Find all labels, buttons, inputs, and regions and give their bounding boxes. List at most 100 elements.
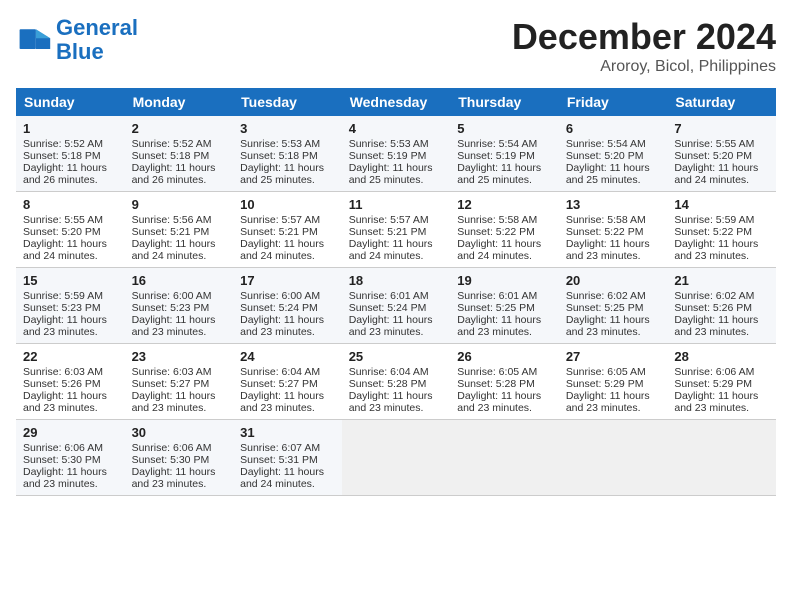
day-info: Daylight: 11 hours — [349, 390, 444, 402]
day-info: and 23 minutes. — [674, 250, 769, 262]
day-info: Sunset: 5:26 PM — [23, 378, 118, 390]
day-info: Sunset: 5:26 PM — [674, 302, 769, 314]
day-info: Sunset: 5:22 PM — [566, 226, 661, 238]
day-info: Daylight: 11 hours — [566, 162, 661, 174]
logo-text: General Blue — [56, 16, 138, 64]
day-info: Daylight: 11 hours — [566, 238, 661, 250]
page-header: General Blue December 2024 Aroroy, Bicol… — [16, 16, 776, 76]
day-info: and 24 minutes. — [349, 250, 444, 262]
calendar-cell: 18Sunrise: 6:01 AMSunset: 5:24 PMDayligh… — [342, 268, 451, 344]
day-info: Sunset: 5:28 PM — [457, 378, 552, 390]
day-info: and 25 minutes. — [566, 174, 661, 186]
day-number: 15 — [23, 273, 118, 288]
day-info: Daylight: 11 hours — [457, 238, 552, 250]
day-info: Sunset: 5:24 PM — [240, 302, 335, 314]
day-info: Sunset: 5:30 PM — [132, 454, 227, 466]
calendar-table: Sunday Monday Tuesday Wednesday Thursday… — [16, 88, 776, 496]
calendar-cell: 27Sunrise: 6:05 AMSunset: 5:29 PMDayligh… — [559, 344, 668, 420]
day-number: 29 — [23, 425, 118, 440]
day-info: Daylight: 11 hours — [23, 314, 118, 326]
day-number: 9 — [132, 197, 227, 212]
calendar-cell: 22Sunrise: 6:03 AMSunset: 5:26 PMDayligh… — [16, 344, 125, 420]
day-info: Sunset: 5:18 PM — [132, 150, 227, 162]
day-info: Sunset: 5:30 PM — [23, 454, 118, 466]
day-info: Sunset: 5:21 PM — [132, 226, 227, 238]
day-info: Daylight: 11 hours — [132, 314, 227, 326]
day-info: Sunrise: 6:03 AM — [23, 366, 118, 378]
day-number: 13 — [566, 197, 661, 212]
day-info: Sunrise: 6:07 AM — [240, 442, 335, 454]
day-number: 2 — [132, 121, 227, 136]
header-sunday: Sunday — [16, 88, 125, 116]
day-number: 25 — [349, 349, 444, 364]
day-info: Sunrise: 6:06 AM — [674, 366, 769, 378]
day-info: Sunset: 5:21 PM — [349, 226, 444, 238]
day-info: and 23 minutes. — [240, 402, 335, 414]
day-number: 18 — [349, 273, 444, 288]
day-info: and 23 minutes. — [23, 478, 118, 490]
logo: General Blue — [16, 16, 138, 64]
day-number: 17 — [240, 273, 335, 288]
day-info: Sunrise: 5:59 AM — [23, 290, 118, 302]
day-number: 27 — [566, 349, 661, 364]
day-info: Sunset: 5:22 PM — [457, 226, 552, 238]
day-number: 28 — [674, 349, 769, 364]
day-info: Daylight: 11 hours — [349, 314, 444, 326]
calendar-week-row: 1Sunrise: 5:52 AMSunset: 5:18 PMDaylight… — [16, 116, 776, 192]
day-info: and 23 minutes. — [674, 326, 769, 338]
calendar-cell: 2Sunrise: 5:52 AMSunset: 5:18 PMDaylight… — [125, 116, 234, 192]
day-info: and 24 minutes. — [132, 250, 227, 262]
calendar-cell: 3Sunrise: 5:53 AMSunset: 5:18 PMDaylight… — [233, 116, 342, 192]
header-saturday: Saturday — [667, 88, 776, 116]
day-info: Daylight: 11 hours — [349, 162, 444, 174]
day-info: Sunrise: 5:54 AM — [566, 138, 661, 150]
day-info: Sunrise: 5:54 AM — [457, 138, 552, 150]
day-info: Sunrise: 6:00 AM — [240, 290, 335, 302]
day-info: and 25 minutes. — [240, 174, 335, 186]
header-thursday: Thursday — [450, 88, 559, 116]
day-info: and 23 minutes. — [674, 402, 769, 414]
calendar-cell: 1Sunrise: 5:52 AMSunset: 5:18 PMDaylight… — [16, 116, 125, 192]
logo-line2: Blue — [56, 39, 104, 64]
day-info: Sunset: 5:19 PM — [349, 150, 444, 162]
day-number: 6 — [566, 121, 661, 136]
day-info: Daylight: 11 hours — [457, 162, 552, 174]
calendar-cell: 16Sunrise: 6:00 AMSunset: 5:23 PMDayligh… — [125, 268, 234, 344]
calendar-cell: 21Sunrise: 6:02 AMSunset: 5:26 PMDayligh… — [667, 268, 776, 344]
day-number: 19 — [457, 273, 552, 288]
day-info: Sunset: 5:20 PM — [674, 150, 769, 162]
day-info: and 23 minutes. — [566, 326, 661, 338]
day-info: Daylight: 11 hours — [566, 314, 661, 326]
calendar-cell: 17Sunrise: 6:00 AMSunset: 5:24 PMDayligh… — [233, 268, 342, 344]
calendar-cell: 12Sunrise: 5:58 AMSunset: 5:22 PMDayligh… — [450, 192, 559, 268]
day-info: and 25 minutes. — [457, 174, 552, 186]
calendar-cell: 11Sunrise: 5:57 AMSunset: 5:21 PMDayligh… — [342, 192, 451, 268]
calendar-week-row: 29Sunrise: 6:06 AMSunset: 5:30 PMDayligh… — [16, 420, 776, 496]
day-info: Sunrise: 6:02 AM — [674, 290, 769, 302]
day-info: Daylight: 11 hours — [23, 466, 118, 478]
day-info: Sunrise: 5:55 AM — [674, 138, 769, 150]
calendar-cell: 6Sunrise: 5:54 AMSunset: 5:20 PMDaylight… — [559, 116, 668, 192]
day-info: Sunset: 5:23 PM — [132, 302, 227, 314]
day-info: Sunrise: 5:56 AM — [132, 214, 227, 226]
day-info: and 23 minutes. — [457, 326, 552, 338]
day-info: Sunrise: 6:05 AM — [457, 366, 552, 378]
calendar-cell — [342, 420, 451, 496]
day-info: Daylight: 11 hours — [23, 390, 118, 402]
day-number: 5 — [457, 121, 552, 136]
calendar-cell: 30Sunrise: 6:06 AMSunset: 5:30 PMDayligh… — [125, 420, 234, 496]
day-info: and 23 minutes. — [132, 402, 227, 414]
day-number: 8 — [23, 197, 118, 212]
day-number: 30 — [132, 425, 227, 440]
day-info: Daylight: 11 hours — [674, 390, 769, 402]
header-tuesday: Tuesday — [233, 88, 342, 116]
day-info: Sunset: 5:27 PM — [240, 378, 335, 390]
day-number: 20 — [566, 273, 661, 288]
day-info: and 23 minutes. — [566, 250, 661, 262]
day-info: and 24 minutes. — [240, 478, 335, 490]
day-number: 11 — [349, 197, 444, 212]
day-number: 1 — [23, 121, 118, 136]
day-info: Sunrise: 5:59 AM — [674, 214, 769, 226]
day-number: 14 — [674, 197, 769, 212]
day-info: Daylight: 11 hours — [674, 314, 769, 326]
